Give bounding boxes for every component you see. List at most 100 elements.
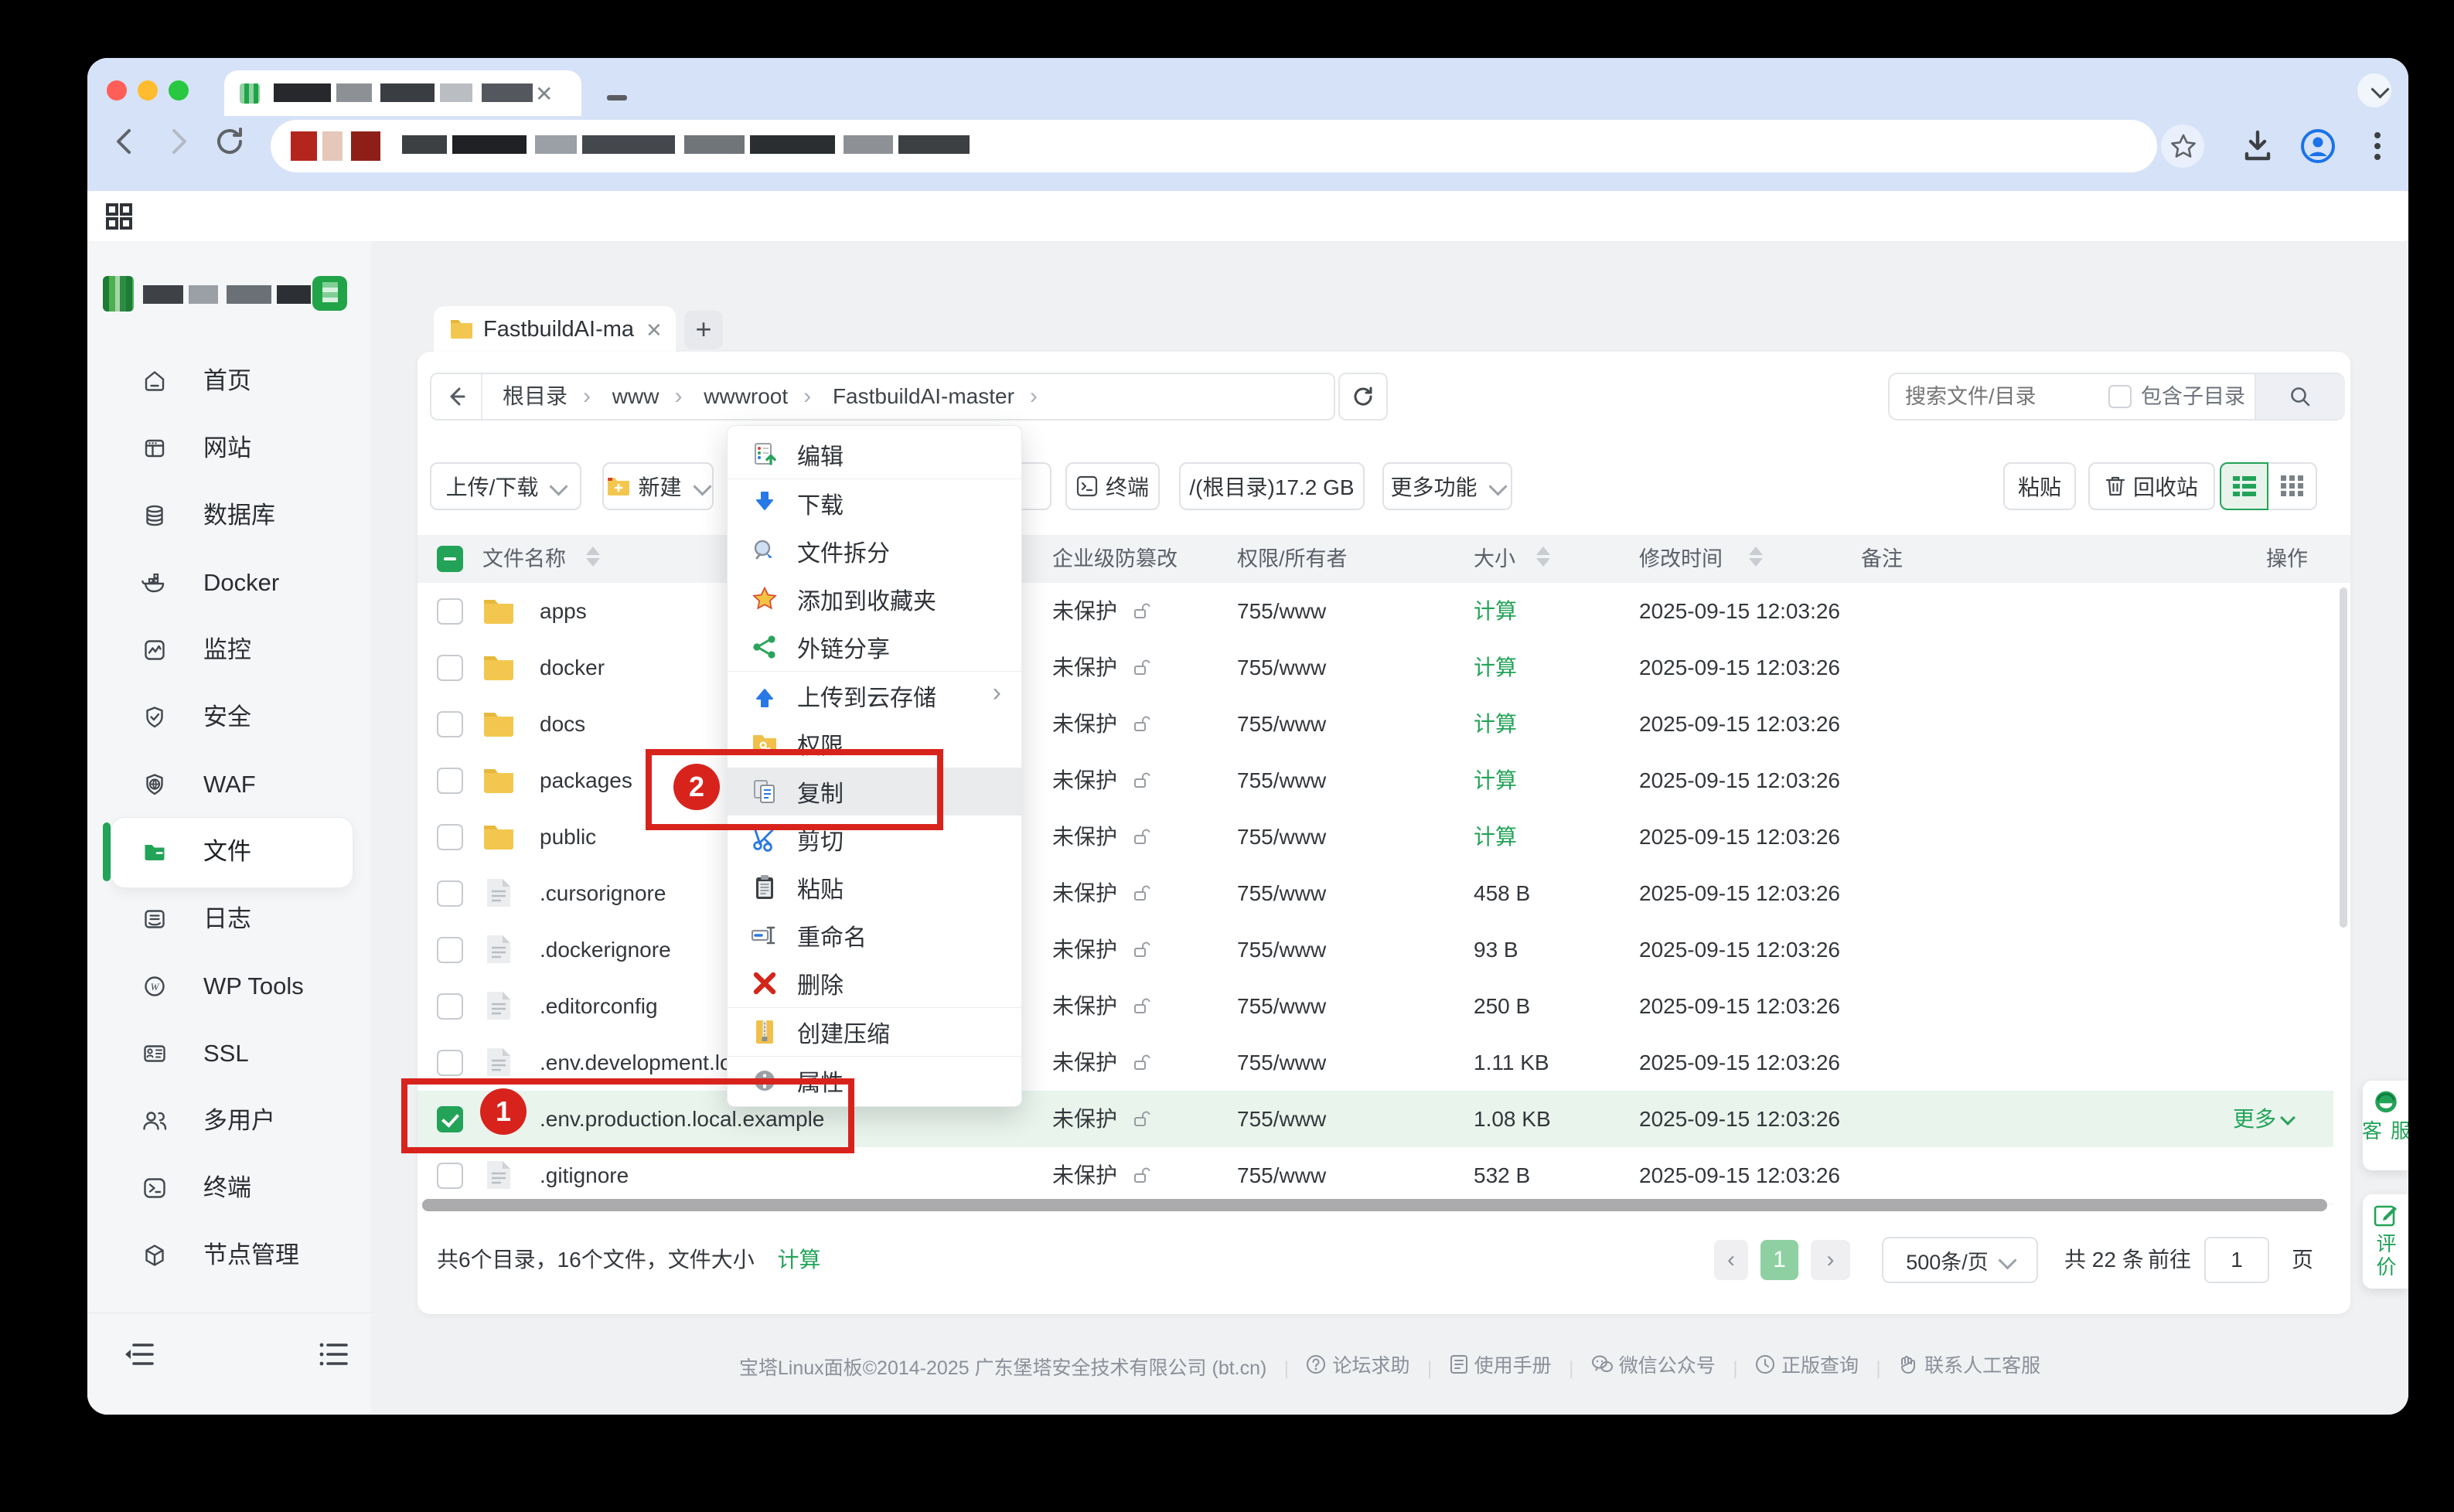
back-icon[interactable] [106,123,143,160]
menu-item-delete[interactable]: 删除 [728,959,1021,1007]
sidebar-item-logs[interactable]: 日志 [101,895,361,943]
header-size[interactable]: 大小 [1474,535,1515,583]
browser-tab[interactable]: ✕ [224,70,581,116]
size-calc-link[interactable]: 计算 [1474,809,1517,865]
search-submit-button[interactable] [2255,374,2345,419]
menu-item-split[interactable]: 文件拆分 [728,527,1021,575]
page-size-select[interactable]: 500条/页 [1882,1237,2038,1283]
sidebar-item-monitor[interactable]: 监控 [101,626,361,674]
customer-service-widget[interactable]: 客服 [2363,1081,2408,1170]
size-calc-link[interactable]: 计算 [1474,639,1517,696]
row-checkbox[interactable] [437,937,463,963]
profile-avatar-icon[interactable] [2299,128,2336,165]
table-row[interactable]: .gitignore 未保护 755/www 532 B 2025-09-15 … [418,1147,2333,1204]
breadcrumb-www[interactable]: www [612,384,660,408]
sort-filename-icon[interactable] [586,547,600,567]
review-widget[interactable]: 评价 [2363,1194,2408,1289]
row-checkbox[interactable] [437,880,463,907]
calc-size-link[interactable]: 计算 [778,1248,821,1272]
size-calc-link[interactable]: 计算 [1474,583,1517,639]
table-row[interactable]: .dockerignore 未保护 755/www 93 B 2025-09-1… [418,921,2333,979]
bookmark-star-icon[interactable] [2169,132,2198,162]
path-back-button[interactable] [431,374,482,419]
menu-item-paste[interactable]: 粘贴 [728,863,1021,911]
paste-button[interactable]: 粘贴 [2003,462,2076,510]
sidebar-item-home[interactable]: 首页 [101,357,361,405]
apps-grid-icon[interactable] [104,202,134,231]
refresh-path-button[interactable] [1338,373,1388,421]
forum-help-link[interactable]: 论坛求助 [1306,1350,1409,1378]
sidebar-item-docker[interactable]: Docker [101,559,361,607]
table-row[interactable]: .editorconfig 未保护 755/www 250 B 2025-09-… [418,978,2333,1035]
file-name[interactable]: .dockerignore [540,921,671,978]
file-name[interactable]: public [540,809,596,865]
menu-item-favorite[interactable]: 添加到收藏夹 [728,575,1021,623]
menu-item-edit[interactable]: 编辑 [728,431,1021,478]
breadcrumb-root[interactable]: 根目录 [503,384,567,408]
file-name[interactable]: .cursorignore [540,865,666,921]
table-row[interactable]: docs 未保护 755/www 计算 2025-09-15 12:03:26 [418,696,2333,753]
size-calc-link[interactable]: 计算 [1474,696,1517,752]
select-all-checkbox[interactable] [437,546,463,572]
horizontal-scrollbar[interactable] [422,1199,2327,1211]
row-checkbox[interactable] [437,824,463,850]
header-modified-time[interactable]: 修改时间 [1639,535,1723,583]
collapse-sidebar-icon[interactable] [123,1337,157,1371]
menu-list-icon[interactable] [317,1337,351,1371]
search-input[interactable] [1904,379,2100,414]
row-checkbox[interactable] [437,1163,463,1189]
goto-page-input[interactable] [2204,1237,2269,1283]
new-button[interactable]: 新建 [602,462,714,510]
wechat-link[interactable]: 微信公众号 [1591,1350,1716,1378]
row-checkbox[interactable] [437,768,463,794]
terminal-button[interactable]: 终端 [1065,462,1160,510]
genuine-check-link[interactable]: 正版查询 [1755,1350,1859,1378]
menu-item-share[interactable]: 外链分享 [728,623,1021,671]
manual-link[interactable]: 使用手册 [1450,1350,1552,1378]
sidebar-item-ssl[interactable]: SSL [101,1030,361,1078]
file-name[interactable]: apps [540,583,587,639]
close-window-button[interactable] [107,80,127,100]
file-name[interactable]: .editorconfig [540,978,658,1034]
file-name[interactable]: docs [540,696,585,752]
sidebar-item-node-manage[interactable]: 节点管理 [101,1231,361,1279]
row-checkbox[interactable] [437,598,463,625]
second-tab-censored[interactable] [607,95,627,100]
table-row[interactable]: apps 未保护 755/www 计算 2025-09-15 12:03:26 [418,583,2333,640]
vertical-scrollbar[interactable] [2340,587,2347,928]
sidebar-item-wp-tools[interactable]: W WP Tools [101,962,361,1010]
forward-icon[interactable] [160,123,197,160]
sidebar-item-files[interactable]: 文件 [101,828,361,876]
list-view-toggle[interactable] [2220,462,2268,510]
disk-usage-button[interactable]: /(根目录)17.2 GB [1179,462,1365,510]
more-actions-button[interactable]: 更多 [2188,1091,2293,1147]
maximize-window-button[interactable] [169,80,189,100]
next-page-button[interactable]: › [1811,1240,1850,1280]
row-checkbox[interactable] [437,655,463,681]
download-icon[interactable] [2241,128,2275,165]
file-name[interactable]: .gitignore [540,1147,629,1204]
sidebar-item-security[interactable]: 安全 [101,693,361,741]
sidebar-item-multiuser[interactable]: 多用户 [101,1097,361,1145]
sidebar-item-database[interactable]: 数据库 [101,492,361,540]
contact-support-link[interactable]: 联系人工客服 [1898,1350,2040,1378]
header-filename[interactable]: 文件名称 [482,535,566,583]
breadcrumb-wwwroot[interactable]: wwwroot [704,384,788,408]
row-checkbox[interactable] [437,1050,463,1076]
file-tab-close-icon[interactable]: ✕ [646,318,663,342]
url-bar[interactable] [271,120,2157,172]
menu-dots-icon[interactable] [2370,129,2385,163]
breadcrumb-project[interactable]: FastbuildAI-master [833,384,1014,408]
grid-view-toggle[interactable] [2268,462,2317,510]
more-features-button[interactable]: 更多功能 [1382,462,1512,510]
menu-item-download[interactable]: 下载 [728,479,1021,527]
tab-search-button[interactable] [2357,73,2391,107]
row-checkbox[interactable] [437,993,463,1020]
prev-page-button[interactable]: ‹ [1714,1240,1748,1280]
reload-icon[interactable] [211,123,248,160]
menu-item-upload-cloud[interactable]: 上传到云存储 › [728,672,1021,720]
minimize-window-button[interactable] [138,80,158,100]
row-checkbox[interactable] [437,711,463,737]
recycle-bin-button[interactable]: 回收站 [2088,462,2215,510]
file-name[interactable]: packages [540,752,632,809]
